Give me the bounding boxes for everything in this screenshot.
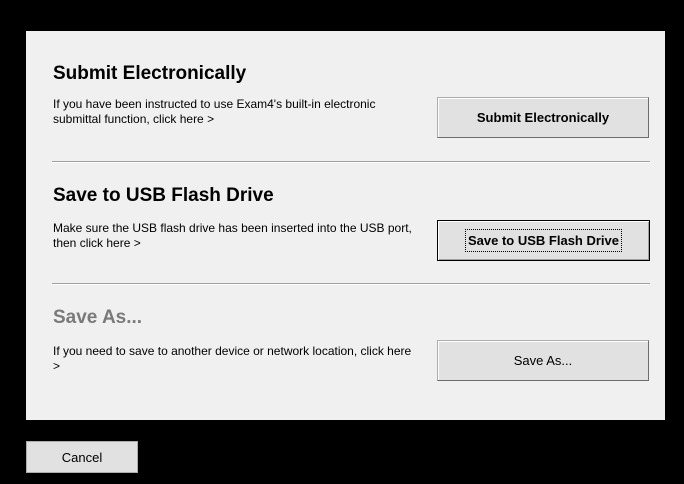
submit-electronically-heading: Submit Electronically [53,63,247,84]
section-divider [52,161,650,163]
save-options-panel: Submit Electronically If you have been i… [26,31,665,420]
cancel-button[interactable]: Cancel [26,441,138,473]
submit-electronically-button[interactable]: Submit Electronically [437,97,649,138]
save-to-usb-button-label: Save to USB Flash Drive [465,229,622,252]
save-to-usb-heading: Save to USB Flash Drive [53,185,274,206]
save-as-button[interactable]: Save As... [437,340,649,381]
save-to-usb-description: Make sure the USB flash drive has been i… [53,221,412,250]
save-as-heading: Save As... [53,307,143,328]
save-to-usb-button[interactable]: Save to USB Flash Drive [437,220,650,261]
submit-electronically-description: If you have been instructed to use Exam4… [53,97,376,126]
section-divider [52,283,650,285]
save-as-description: If you need to save to another device or… [53,344,412,373]
